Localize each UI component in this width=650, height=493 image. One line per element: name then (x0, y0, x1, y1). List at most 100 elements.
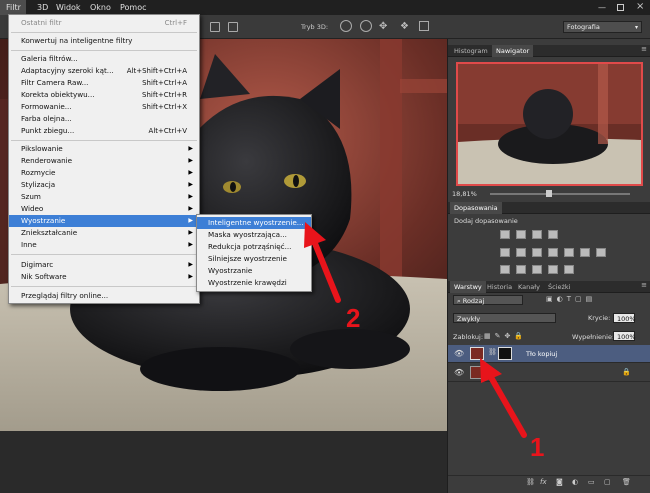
layer-filter-select[interactable]: ⌕ Rodzaj (453, 295, 523, 305)
zoom-slider[interactable] (490, 193, 630, 195)
lock-position-icon[interactable]: ✥ (505, 332, 515, 340)
color-balance-icon[interactable] (532, 248, 542, 257)
menu-item-gallery[interactable]: Galeria filtrów... (9, 53, 199, 65)
posterize-icon[interactable] (516, 265, 526, 274)
minimize-icon[interactable]: — (598, 3, 608, 12)
tab-layers[interactable]: Warstwy (450, 281, 486, 293)
pan-3d-icon[interactable]: ✥ (379, 21, 387, 32)
menu-item-noise[interactable]: Szum ▶ (9, 191, 199, 203)
menu-item-camera-raw[interactable]: Filtr Camera Raw... Shift+Ctrl+A (9, 77, 199, 89)
layer-thumbnail[interactable] (470, 366, 484, 379)
opacity-input[interactable]: 100% (613, 313, 636, 323)
menu-item-pixelate[interactable]: Pikslowanie ▶ (9, 143, 199, 155)
lock-transparent-icon[interactable]: ▦ (484, 332, 495, 340)
filter-smart-icon[interactable]: ▤ (586, 295, 597, 303)
menu-item-oil-paint[interactable]: Farba olejna... (9, 113, 199, 125)
link-layers-icon[interactable]: ⛓ (526, 478, 535, 486)
exposure-icon[interactable] (548, 230, 558, 239)
submenu-item-sharpen[interactable]: Wyostrzanie (197, 265, 311, 277)
tab-history[interactable]: Historia (483, 281, 516, 293)
submenu-item-smart-sharpen[interactable]: Inteligentne wyostrzenie... (197, 217, 311, 229)
menu-item-nik-software[interactable]: Nik Software ▶ (9, 271, 199, 283)
panel-menu-icon[interactable]: ≡ (641, 281, 647, 289)
menu-item-render[interactable]: Renderowanie ▶ (9, 155, 199, 167)
menu-item-digimarc[interactable]: Digimarc ▶ (9, 259, 199, 271)
curves-icon[interactable] (532, 230, 542, 239)
menu-item-browse-online[interactable]: Przeglądaj filtry online... (9, 290, 199, 302)
link-icon[interactable]: ⛓ (488, 348, 497, 356)
lock-pixels-icon[interactable]: ✎ (495, 332, 505, 340)
zoom-slider-thumb[interactable] (546, 190, 552, 197)
panel-menu-icon[interactable]: ≡ (641, 45, 647, 53)
tab-histogram[interactable]: Histogram (450, 45, 492, 57)
roll-3d-icon[interactable] (360, 20, 372, 32)
filter-type-icon[interactable]: T (567, 295, 575, 303)
close-icon[interactable]: × (636, 1, 644, 12)
slide-3d-icon[interactable]: ❖ (400, 21, 409, 32)
new-adjustment-icon[interactable]: ◐ (572, 478, 578, 486)
menu-item-lens-correction[interactable]: Korekta obiektywu... Shift+Ctrl+R (9, 89, 199, 101)
menu-view[interactable]: Widok (56, 0, 81, 15)
layer-mask-thumbnail[interactable] (498, 347, 512, 360)
layer-row-background[interactable]: 👁 Tło 🔒 (448, 364, 650, 382)
menu-window[interactable]: Okno (90, 0, 111, 15)
submenu-item-sharpen-edges[interactable]: Wyostrzenie krawędzi (197, 277, 311, 289)
layer-thumbnail[interactable] (470, 347, 484, 360)
tab-adjustments[interactable]: Dopasowania (450, 202, 502, 214)
trash-icon[interactable]: 🗑 (622, 478, 631, 486)
hue-icon[interactable] (516, 248, 526, 257)
submenu-item-unsharp-mask[interactable]: Maska wyostrzająca... (197, 229, 311, 241)
layer-row-copy[interactable]: 👁 ⛓ Tło kopiuj (448, 345, 650, 363)
menu-item-video[interactable]: Wideo ▶ (9, 203, 199, 215)
menu-item-liquify[interactable]: Formowanie... Shift+Ctrl+X (9, 101, 199, 113)
scale-3d-icon[interactable] (419, 21, 429, 31)
zoom-value[interactable]: 18,81% (452, 190, 477, 198)
fill-input[interactable]: 100% (613, 331, 636, 341)
menu-filter[interactable]: Filtr (0, 0, 26, 15)
menu-item-vanishing-point[interactable]: Punkt zbiegu... Alt+Ctrl+V (9, 125, 199, 137)
add-mask-icon[interactable]: ◙ (556, 478, 563, 486)
filter-adjust-icon[interactable]: ◐ (557, 295, 567, 303)
submenu-item-sharpen-more[interactable]: Silniejsze wyostrzenie (197, 253, 311, 265)
layer-name[interactable]: Tło (490, 369, 500, 377)
menu-item-stylize[interactable]: Stylizacja ▶ (9, 179, 199, 191)
threshold-icon[interactable] (532, 265, 542, 274)
eye-icon[interactable]: 👁 (454, 368, 464, 377)
channel-mixer-icon[interactable] (580, 248, 590, 257)
restore-icon[interactable] (617, 4, 624, 11)
color-lookup-icon[interactable] (596, 248, 606, 257)
lock-all-icon[interactable]: 🔒 (514, 332, 527, 340)
brightness-icon[interactable] (500, 230, 510, 239)
submenu-item-shake-reduction[interactable]: Redukcja potrząśnięć... (197, 241, 311, 253)
menu-item-distort[interactable]: Zniekształcanie ▶ (9, 227, 199, 239)
gradient-map-icon[interactable] (548, 265, 558, 274)
filter-pixel-icon[interactable]: ▣ (546, 295, 557, 303)
distribute-icon[interactable] (228, 22, 238, 32)
new-layer-icon[interactable]: ▢ (604, 478, 611, 486)
tab-channels[interactable]: Kanały (514, 281, 544, 293)
new-group-icon[interactable]: ▭ (588, 478, 595, 486)
levels-icon[interactable] (516, 230, 526, 239)
menu-item-adaptive-wide[interactable]: Adaptacyjny szeroki kąt... Alt+Shift+Ctrl… (9, 65, 199, 77)
align-icon[interactable] (210, 22, 220, 32)
navigator-preview[interactable] (456, 62, 643, 186)
invert-icon[interactable] (500, 265, 510, 274)
filter-shape-icon[interactable]: ▢ (575, 295, 586, 303)
orbit-3d-icon[interactable] (340, 20, 352, 32)
menu-item-sharpen[interactable]: Wyostrzanie ▶ (9, 215, 199, 227)
menu-item-convert-smart[interactable]: Konwertuj na inteligentne filtry (9, 35, 199, 47)
menu-item-last-filter[interactable]: Ostatni filtr Ctrl+F (9, 17, 199, 29)
blend-mode-select[interactable]: Zwykły (453, 313, 556, 323)
menu-help[interactable]: Pomoc (120, 0, 147, 15)
menu-item-other[interactable]: Inne ▶ (9, 239, 199, 251)
photo-filter-icon[interactable] (564, 248, 574, 257)
vibrance-icon[interactable] (500, 248, 510, 257)
workspace-select[interactable]: Fotografia ▾ (563, 21, 642, 33)
selective-color-icon[interactable] (564, 265, 574, 274)
eye-icon[interactable]: 👁 (454, 349, 464, 358)
menu-3d[interactable]: 3D (37, 0, 48, 15)
tab-paths[interactable]: Ścieżki (544, 281, 575, 293)
bw-icon[interactable] (548, 248, 558, 257)
layer-name[interactable]: Tło kopiuj (526, 350, 557, 358)
tab-navigator[interactable]: Nawigator (492, 45, 534, 57)
